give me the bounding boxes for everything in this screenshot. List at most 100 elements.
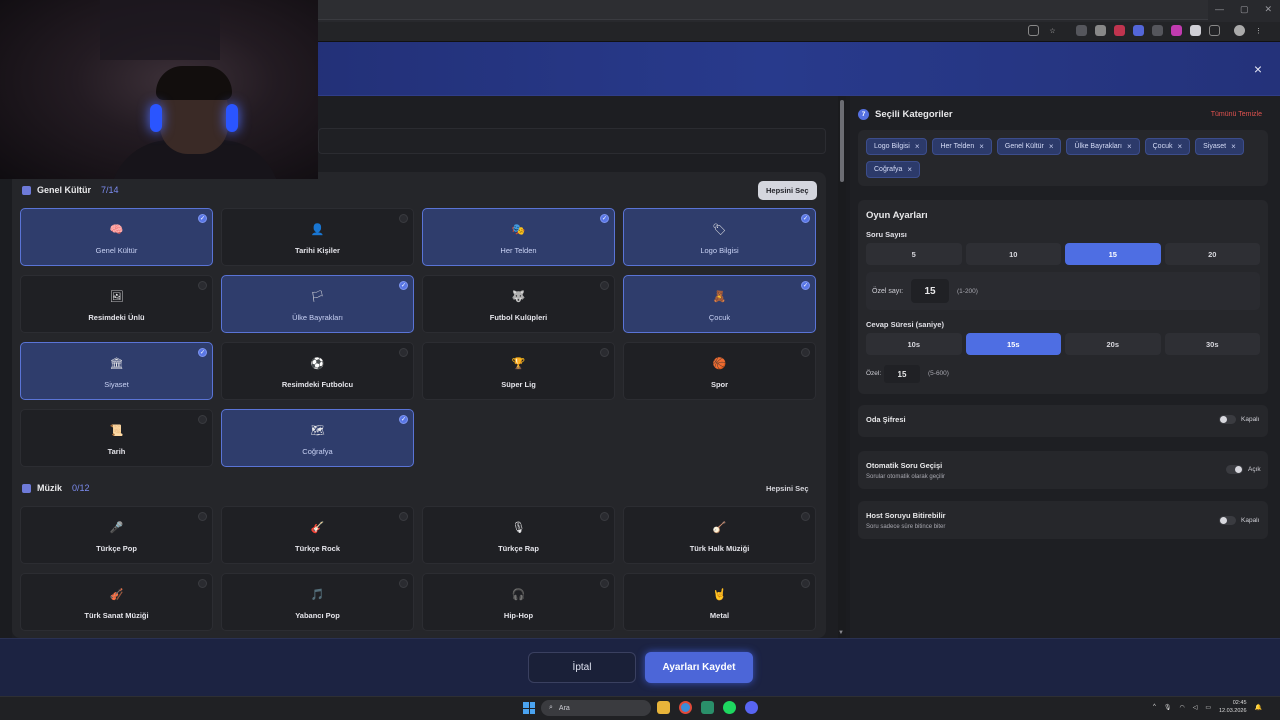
chrome-icon[interactable] — [679, 701, 692, 714]
remove-tag-icon[interactable]: × — [1127, 142, 1132, 151]
extension-icon[interactable] — [1171, 25, 1182, 36]
custom-time-input[interactable]: 15 — [884, 365, 920, 383]
puzzle-icon[interactable] — [1209, 25, 1220, 36]
check-icon[interactable] — [399, 579, 408, 588]
auto-advance-toggle[interactable] — [1226, 465, 1243, 474]
answer-time-option[interactable]: 30s — [1164, 333, 1260, 355]
clear-all-link[interactable]: Tümünü Temizle — [1211, 111, 1262, 118]
answer-time-option[interactable]: 15s — [965, 333, 1061, 355]
clock[interactable]: 02:45 12.03.2026 — [1219, 699, 1247, 715]
custom-count-input[interactable]: 15 — [911, 279, 949, 303]
remove-tag-icon[interactable]: × — [979, 142, 984, 151]
category-card-turkce-rock[interactable]: 🎸 Türkçe Rock — [221, 506, 414, 564]
question-count-option[interactable]: 5 — [866, 243, 962, 265]
answer-time-option[interactable]: 20s — [1065, 333, 1161, 355]
extension-icon[interactable] — [1114, 25, 1125, 36]
check-icon[interactable] — [801, 512, 810, 521]
question-count-option[interactable]: 10 — [965, 243, 1061, 265]
category-card-cocuk[interactable]: 🧸 Çocuk ✓ — [623, 275, 816, 333]
extension-icon[interactable] — [1152, 25, 1163, 36]
category-card-resimdeki-unlu[interactable]: 🖼 Resimdeki Ünlü — [20, 275, 213, 333]
check-icon[interactable]: ✓ — [198, 214, 207, 223]
check-icon[interactable] — [198, 281, 207, 290]
scrollbar-thumb[interactable] — [840, 100, 844, 182]
category-card-spor[interactable]: 🏀 Spor — [623, 342, 816, 400]
check-icon[interactable] — [399, 214, 408, 223]
folder-icon[interactable] — [657, 701, 670, 714]
cancel-button[interactable]: İptal — [528, 652, 636, 683]
remove-tag-icon[interactable]: × — [1231, 142, 1236, 151]
check-icon[interactable] — [600, 512, 609, 521]
check-icon[interactable] — [801, 579, 810, 588]
remove-tag-icon[interactable]: × — [1049, 142, 1054, 151]
category-card-hip-hop[interactable]: 🎧 Hip-Hop — [422, 573, 615, 631]
category-card-logo-bilgisi[interactable]: 🏷 Logo Bilgisi ✓ — [623, 208, 816, 266]
extension-icon[interactable] — [1076, 25, 1087, 36]
selected-tag[interactable]: Siyaset × — [1195, 138, 1244, 155]
check-icon[interactable]: ✓ — [600, 214, 609, 223]
discord-icon[interactable] — [745, 701, 758, 714]
check-icon[interactable] — [801, 348, 810, 357]
notification-icon[interactable]: 🔔 — [1255, 704, 1262, 711]
room-password-toggle[interactable] — [1219, 415, 1236, 424]
select-all-button[interactable]: Hepsini Seç — [758, 479, 817, 498]
scroll-down-icon[interactable]: ▼ — [838, 630, 844, 636]
category-card-her-telden[interactable]: 🎭 Her Telden ✓ — [422, 208, 615, 266]
check-icon[interactable] — [600, 348, 609, 357]
category-card-tarihi-kisiler[interactable]: 👤 Tarihi Kişiler — [221, 208, 414, 266]
remove-tag-icon[interactable]: × — [907, 165, 912, 174]
check-icon[interactable]: ✓ — [198, 348, 207, 357]
selected-tag[interactable]: Logo Bilgisi × — [866, 138, 928, 155]
category-card-turkce-rap[interactable]: 🎙 Türkçe Rap — [422, 506, 615, 564]
check-icon[interactable] — [399, 348, 408, 357]
windows-start-icon[interactable] — [523, 702, 535, 714]
check-icon[interactable]: ✓ — [399, 415, 408, 424]
maximize-icon[interactable]: ▢ — [1240, 4, 1249, 15]
check-icon[interactable] — [198, 512, 207, 521]
selected-tag[interactable]: Her Telden × — [932, 138, 992, 155]
check-icon[interactable]: ✓ — [399, 281, 408, 290]
selected-tag[interactable]: Ülke Bayrakları × — [1066, 138, 1140, 155]
close-window-icon[interactable]: ✕ — [1264, 4, 1272, 15]
kebab-menu-icon[interactable]: ⋮ — [1253, 25, 1264, 36]
selected-tag[interactable]: Çocuk × — [1144, 138, 1191, 155]
category-card-metal[interactable]: 🤘 Metal — [623, 573, 816, 631]
spotify-icon[interactable] — [723, 701, 736, 714]
chevron-up-icon[interactable]: ^ — [1153, 704, 1156, 710]
category-card-tarih[interactable]: 📜 Tarih — [20, 409, 213, 467]
extension-icon[interactable] — [1190, 25, 1201, 36]
selected-tag[interactable]: Genel Kültür × — [996, 138, 1062, 155]
check-icon[interactable] — [198, 415, 207, 424]
check-icon[interactable] — [600, 579, 609, 588]
check-icon[interactable] — [399, 512, 408, 521]
window-controls[interactable]: — ▢ ✕ — [1215, 4, 1272, 15]
category-card-cografya[interactable]: 🗺 Coğrafya ✓ — [221, 409, 414, 467]
category-card-futbol-kulupleri[interactable]: 🐺 Futbol Kulüpleri — [422, 275, 615, 333]
taskbar-search[interactable]: ⌕ Ara — [541, 700, 651, 716]
browser-tab-strip[interactable] — [318, 0, 1208, 20]
host-end-toggle[interactable] — [1219, 516, 1236, 525]
save-settings-button[interactable]: Ayarları Kaydet — [645, 652, 753, 683]
mic-icon[interactable]: 🎙 — [1164, 704, 1172, 711]
star-icon[interactable]: ☆ — [1047, 25, 1058, 36]
category-card-resimdeki-futbolcu[interactable]: ⚽ Resimdeki Futbolcu — [221, 342, 414, 400]
minimize-icon[interactable]: — — [1215, 4, 1224, 15]
question-count-option[interactable]: 15 — [1065, 243, 1161, 265]
category-card-turkce-pop[interactable]: 🎤 Türkçe Pop — [20, 506, 213, 564]
battery-icon[interactable]: ▭ — [1205, 704, 1211, 711]
selected-tag[interactable]: Coğrafya × — [866, 161, 921, 178]
category-card-ulke-bayraklari[interactable]: 🏳 Ülke Bayrakları ✓ — [221, 275, 414, 333]
category-card-siyaset[interactable]: 🏛 Siyaset ✓ — [20, 342, 213, 400]
remove-tag-icon[interactable]: × — [915, 142, 920, 151]
category-card-super-lig[interactable]: 🏆 Süper Lig — [422, 342, 615, 400]
category-card-turk-sanat-muzigi[interactable]: 🎻 Türk Sanat Müziği — [20, 573, 213, 631]
check-icon[interactable] — [600, 281, 609, 290]
check-icon[interactable]: ✓ — [801, 214, 810, 223]
check-icon[interactable] — [198, 579, 207, 588]
install-icon[interactable] — [1028, 25, 1039, 36]
select-all-button[interactable]: Hepsini Seç — [758, 181, 817, 200]
check-icon[interactable]: ✓ — [801, 281, 810, 290]
category-card-yabanci-pop[interactable]: 🎵 Yabancı Pop — [221, 573, 414, 631]
category-card-turk-halk-muzigi[interactable]: 🪕 Türk Halk Müziği — [623, 506, 816, 564]
app-icon[interactable] — [701, 701, 714, 714]
